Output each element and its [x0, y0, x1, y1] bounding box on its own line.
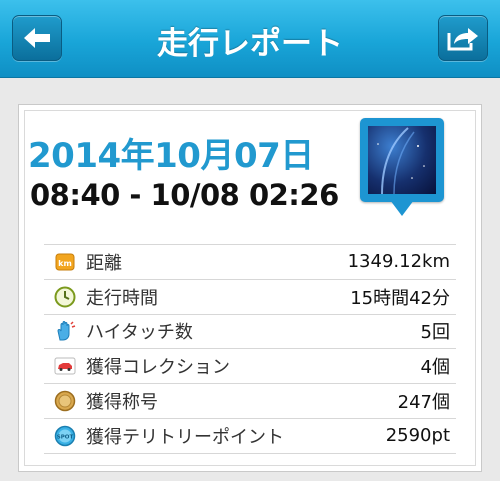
stat-label: 距離 — [86, 252, 122, 274]
thumbnail-frame — [360, 118, 444, 202]
stat-value: 4個 — [420, 357, 450, 379]
stat-value: 5回 — [420, 322, 450, 344]
stat-label: ハイタッチ数 — [86, 322, 193, 344]
list-item-drive-time: 走行時間 15時間42分 — [44, 280, 456, 315]
km-badge-icon: km — [54, 251, 76, 273]
night-sky-image — [368, 126, 436, 194]
list-item-collection: 獲得コレクション 4個 — [44, 349, 456, 385]
hand-icon — [54, 320, 76, 342]
svg-text:SPOT: SPOT — [57, 434, 74, 440]
list-item-high-touch: ハイタッチ数 5回 — [44, 315, 456, 350]
map-pin-thumbnail[interactable] — [360, 118, 444, 222]
stat-label: 獲得コレクション — [86, 357, 230, 379]
list-item-titles: 獲得称号 247個 — [44, 384, 456, 419]
stat-label: 獲得テリトリーポイント — [86, 426, 284, 448]
share-button[interactable] — [438, 15, 488, 61]
list-item-territory-points: SPOT 獲得テリトリーポイント 2590pt — [44, 419, 456, 454]
svg-text:km: km — [58, 259, 72, 268]
clock-icon — [54, 286, 76, 308]
stat-value: 247個 — [397, 392, 450, 414]
page-title: 走行レポート — [157, 26, 343, 62]
stat-value: 15時間42分 — [350, 287, 450, 309]
header-bar: 走行レポート — [0, 0, 500, 78]
report-date: 2014年10月07日 — [28, 136, 314, 176]
report-time-range: 08:40 - 10/08 02:26 — [30, 178, 339, 212]
stats-list: km 距離 1349.12km 走行時間 15時間42分 ハイタッチ数 5回 獲… — [44, 244, 456, 454]
pin-pointer — [390, 200, 414, 216]
list-item-distance: km 距離 1349.12km — [44, 245, 456, 280]
stat-value: 2590pt — [385, 425, 450, 447]
car-card-icon — [54, 355, 76, 377]
share-arrow-icon — [447, 28, 478, 51]
medal-icon — [54, 390, 76, 412]
stat-label: 走行時間 — [86, 287, 158, 309]
stat-value: 1349.12km — [347, 251, 450, 273]
spot-icon: SPOT — [54, 425, 76, 447]
stat-label: 獲得称号 — [86, 392, 158, 414]
